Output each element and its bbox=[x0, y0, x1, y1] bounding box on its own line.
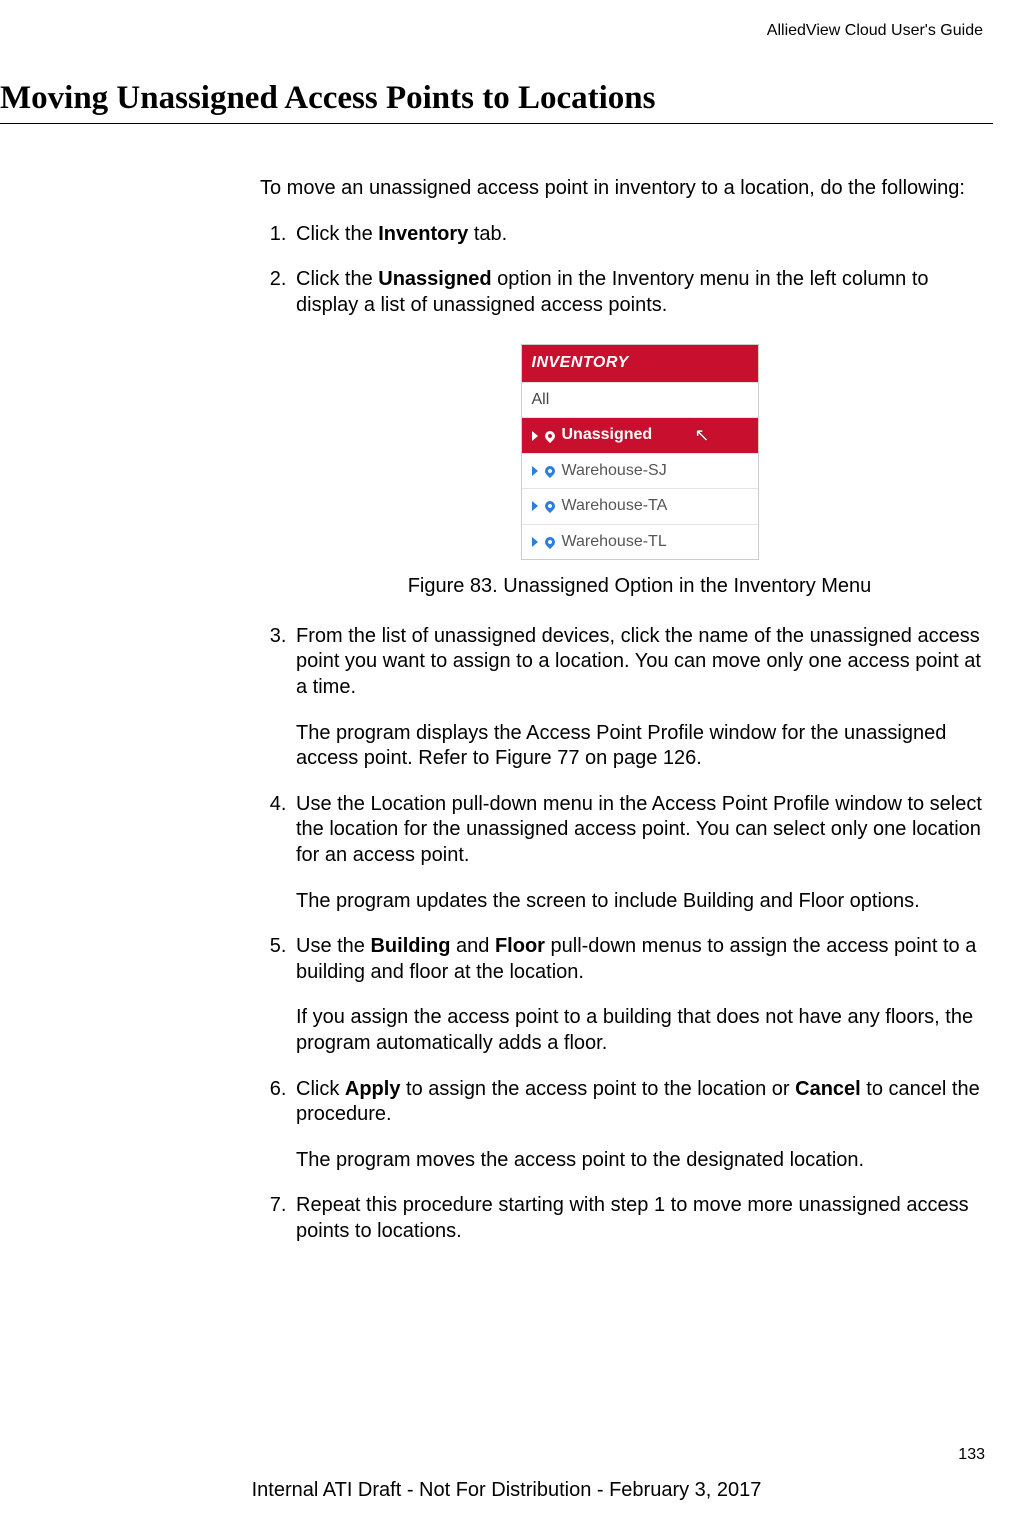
intro-paragraph: To move an unassigned access point in in… bbox=[260, 176, 983, 202]
step-5: Use the Building and Floor pull-down men… bbox=[292, 934, 983, 1056]
step-text: to assign the access point to the locati… bbox=[400, 1078, 795, 1100]
document-page: AlliedView Cloud User's Guide Moving Una… bbox=[0, 0, 1013, 1528]
caret-icon bbox=[532, 466, 538, 476]
menu-item-label: Unassigned bbox=[562, 425, 653, 445]
step-sub: The program updates the screen to includ… bbox=[296, 889, 983, 915]
pin-icon bbox=[542, 428, 556, 442]
inventory-item-location[interactable]: Warehouse-TL bbox=[522, 524, 758, 559]
body-column: To move an unassigned access point in in… bbox=[260, 176, 983, 1244]
step-text: Repeat this procedure starting with step… bbox=[296, 1194, 969, 1242]
pin-icon bbox=[542, 464, 556, 478]
step-7: Repeat this procedure starting with step… bbox=[292, 1193, 983, 1244]
step-6: Click Apply to assign the access point t… bbox=[292, 1077, 983, 1174]
section-heading: Moving Unassigned Access Points to Locat… bbox=[0, 80, 993, 124]
bold-unassigned: Unassigned bbox=[378, 268, 491, 290]
inventory-menu-header: INVENTORY bbox=[522, 345, 758, 381]
menu-item-label: Warehouse-TL bbox=[562, 532, 667, 552]
step-sub: The program moves the access point to th… bbox=[296, 1148, 983, 1174]
step-text: Use the Location pull-down menu in the A… bbox=[296, 793, 982, 866]
bold-inventory: Inventory bbox=[378, 223, 468, 245]
inventory-item-unassigned[interactable]: Unassigned ↖ bbox=[522, 417, 758, 452]
menu-item-label: All bbox=[532, 390, 550, 410]
step-2: Click the Unassigned option in the Inven… bbox=[292, 267, 983, 600]
step-sub: The program displays the Access Point Pr… bbox=[296, 721, 983, 772]
menu-item-label: Warehouse-TA bbox=[562, 496, 668, 516]
cursor-icon: ↖ bbox=[694, 424, 709, 447]
bold-apply: Apply bbox=[345, 1078, 401, 1100]
step-text: Use the bbox=[296, 935, 370, 957]
inventory-item-location[interactable]: Warehouse-TA bbox=[522, 488, 758, 523]
step-text: Click bbox=[296, 1078, 345, 1100]
caret-icon bbox=[532, 501, 538, 511]
inventory-menu: INVENTORY All Unassigned ↖ bbox=[521, 344, 759, 560]
pin-icon bbox=[542, 499, 556, 513]
figure-wrap: INVENTORY All Unassigned ↖ bbox=[296, 344, 983, 560]
page-number: 133 bbox=[958, 1446, 985, 1464]
bold-building: Building bbox=[370, 935, 450, 957]
menu-item-label: Warehouse-SJ bbox=[562, 461, 667, 481]
step-4: Use the Location pull-down menu in the A… bbox=[292, 792, 983, 914]
inventory-item-all[interactable]: All bbox=[522, 382, 758, 417]
step-list: Click the Inventory tab. Click the Unass… bbox=[260, 222, 983, 1245]
inventory-item-location[interactable]: Warehouse-SJ bbox=[522, 453, 758, 488]
step-3: From the list of unassigned devices, cli… bbox=[292, 624, 983, 772]
step-1: Click the Inventory tab. bbox=[292, 222, 983, 248]
doc-header-right: AlliedView Cloud User's Guide bbox=[0, 22, 983, 40]
figure-caption: Figure 83. Unassigned Option in the Inve… bbox=[296, 574, 983, 600]
footer-disclaimer: Internal ATI Draft - Not For Distributio… bbox=[0, 1479, 1013, 1502]
step-text: and bbox=[450, 935, 494, 957]
step-text: From the list of unassigned devices, cli… bbox=[296, 625, 981, 698]
step-text: tab. bbox=[468, 223, 507, 245]
step-text: Click the bbox=[296, 223, 378, 245]
bold-cancel: Cancel bbox=[795, 1078, 861, 1100]
caret-icon bbox=[532, 537, 538, 547]
bold-floor: Floor bbox=[495, 935, 545, 957]
pin-icon bbox=[542, 535, 556, 549]
step-sub: If you assign the access point to a buil… bbox=[296, 1005, 983, 1056]
step-text: Click the bbox=[296, 268, 378, 290]
caret-icon bbox=[532, 431, 538, 441]
